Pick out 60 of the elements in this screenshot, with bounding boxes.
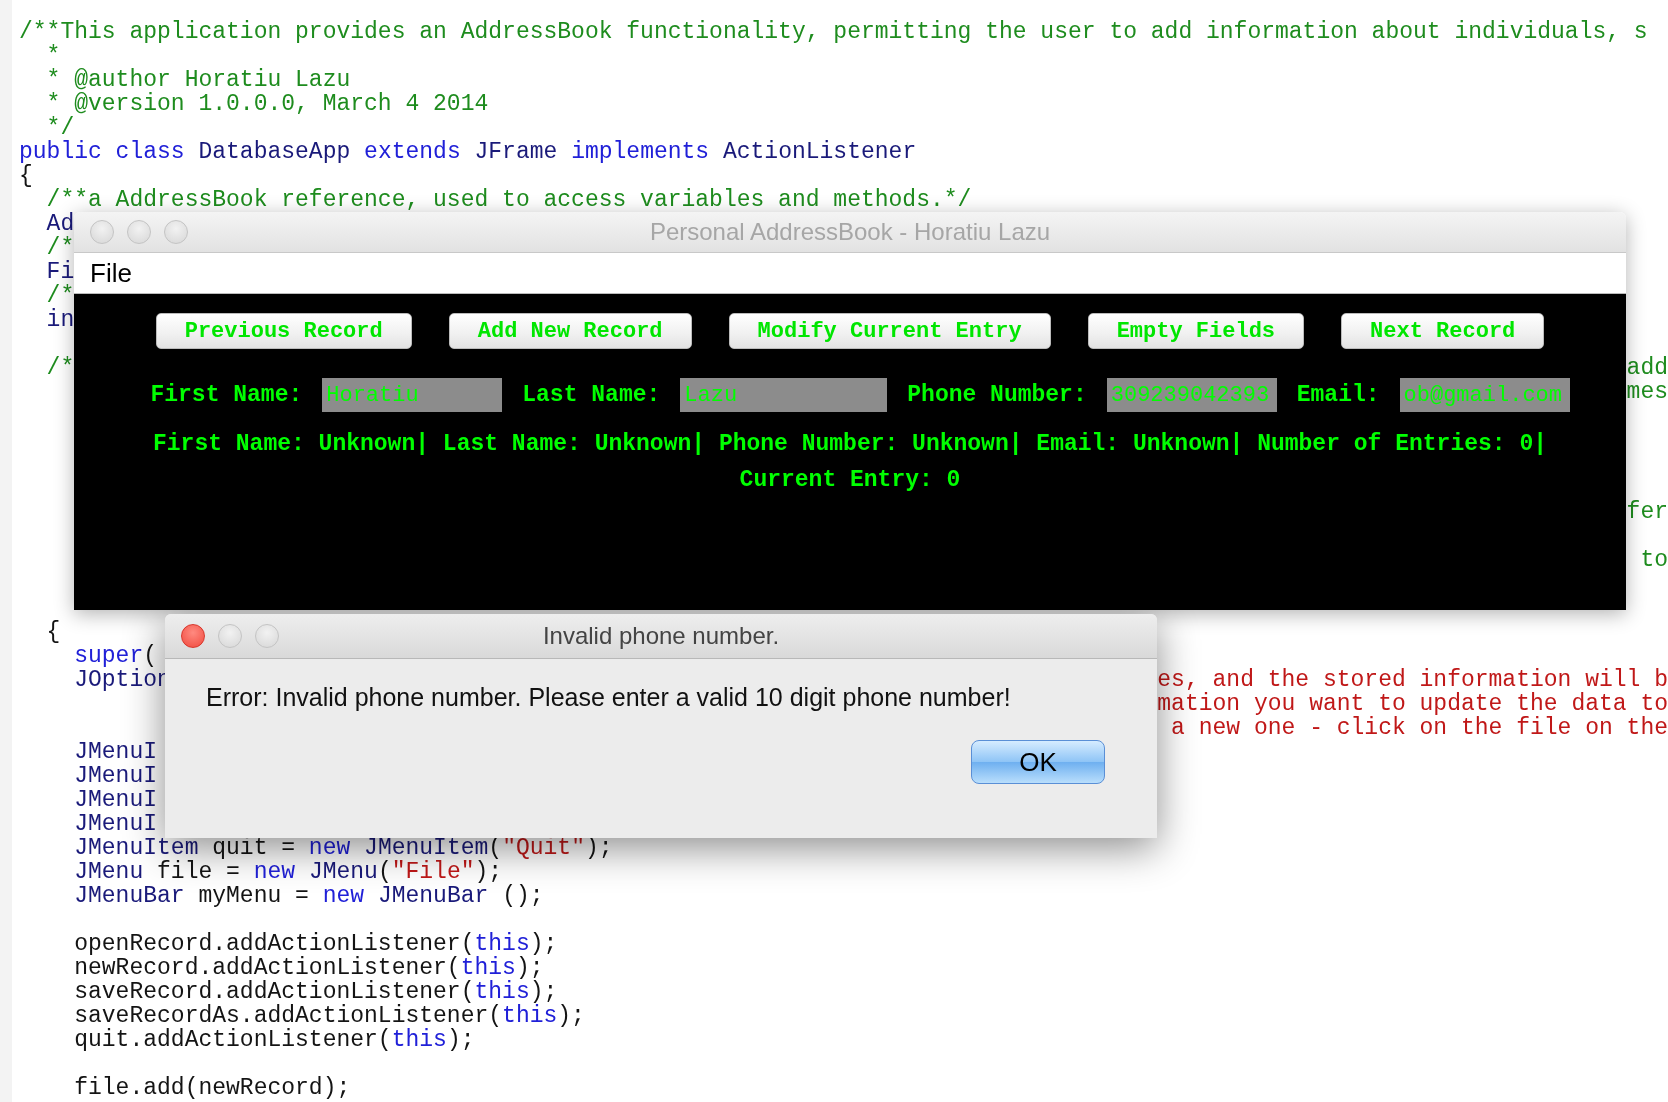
code-fragment: es, and the stored information will b xyxy=(1157,668,1668,692)
code-line: JMenuI xyxy=(73,812,158,836)
code-line: Ad xyxy=(45,212,75,236)
code-line: saveRecordAs.addActionListener(this); xyxy=(73,1004,585,1028)
ok-button[interactable]: OK xyxy=(971,740,1105,784)
field-label: Email: xyxy=(1296,382,1380,408)
code-line: JMenuI xyxy=(73,740,158,764)
code-line: * xyxy=(45,44,61,68)
zoom-button[interactable] xyxy=(255,624,279,648)
code-line: { xyxy=(45,620,61,644)
record-button[interactable]: Previous Record xyxy=(155,313,412,349)
code-line: JMenuBar myMenu = new JMenuBar (); xyxy=(73,884,544,908)
code-line: JMenuI xyxy=(73,788,158,812)
minimize-button[interactable] xyxy=(127,220,151,244)
code-fragment: fer xyxy=(1626,500,1668,524)
window-title: Personal AddressBook - Horatiu Lazu xyxy=(649,218,1051,245)
code-line: { xyxy=(19,164,33,188)
code-line: JMenu file = new JMenu("File"); xyxy=(73,860,503,884)
code-fragment: a new one - click on the file on the xyxy=(1171,716,1668,740)
code-fragment: mes xyxy=(1626,380,1668,404)
code-line: public class DatabaseApp extends JFrame implements ActionListener xyxy=(19,140,917,164)
code-line: /**This application provides an AddressBook functionality, permitting the user to add information about individuals, s xyxy=(19,20,1648,44)
dialog-title: Invalid phone number. xyxy=(542,622,780,649)
code-line: /* xyxy=(45,356,75,380)
code-line: in xyxy=(45,308,75,332)
error-message: Error: Invalid phone number. Please enter a valid 10 digit phone number! xyxy=(206,683,1012,712)
close-button[interactable] xyxy=(181,624,205,648)
status-text: First Name: Unknown| Last Name: Unknown| Phone Number: Unknown| Email: Unknown| Number of Entries: 0| Current Entry: 0 xyxy=(152,430,1548,495)
code-line: openRecord.addActionListener(this); xyxy=(73,932,558,956)
field-label: First Name: xyxy=(150,382,303,408)
code-line: newRecord.addActionListener(this); xyxy=(73,956,544,980)
code-line: Fi xyxy=(45,260,75,284)
record-button[interactable]: Next Record xyxy=(1341,313,1545,349)
field-label: Last Name: xyxy=(522,382,661,408)
code-line: /* xyxy=(45,236,75,260)
close-button[interactable] xyxy=(90,220,114,244)
record-button[interactable]: Modify Current Entry xyxy=(728,313,1051,349)
record-button[interactable]: Empty Fields xyxy=(1087,313,1305,349)
text-field[interactable]: 309239042393 xyxy=(1106,378,1277,412)
code-line: saveRecord.addActionListener(this); xyxy=(73,980,558,1004)
code-fragment: to xyxy=(1640,548,1668,572)
code-line: JMenuI xyxy=(73,764,158,788)
code-line: */ xyxy=(46,116,75,140)
code-line: super( xyxy=(73,644,158,668)
code-line: * @version 1.0.0.0, March 4 2014 xyxy=(45,92,489,116)
code-line: * @author Horatiu Lazu xyxy=(45,68,351,92)
code-line: /**a AddressBook reference, used to access variables and methods.*/ xyxy=(45,188,972,212)
code-line: file.add(newRecord); xyxy=(73,1076,351,1100)
minimize-button[interactable] xyxy=(218,624,242,648)
zoom-button[interactable] xyxy=(164,220,188,244)
text-field[interactable]: Lazu xyxy=(680,378,888,412)
code-fragment: add xyxy=(1626,356,1668,380)
menu-item[interactable]: File xyxy=(84,257,138,289)
text-field[interactable]: Horatiu xyxy=(322,378,503,412)
code-line: quit.addActionListener(this); xyxy=(73,1028,475,1052)
code-line: /* xyxy=(45,284,75,308)
record-button[interactable]: Add New Record xyxy=(448,313,692,349)
text-field[interactable]: ob@gmail.com xyxy=(1399,378,1570,412)
code-fragment: mation you want to update the data to xyxy=(1157,692,1668,716)
field-label: Phone Number: xyxy=(907,382,1087,408)
